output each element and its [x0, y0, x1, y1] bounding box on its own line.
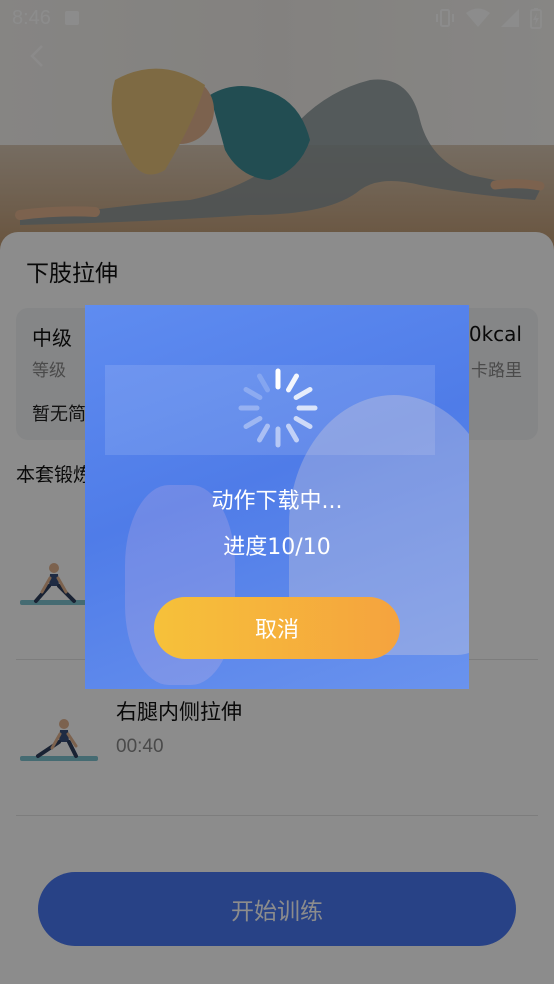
download-dialog: 动作下载中... 进度10/10 取消 [85, 305, 469, 689]
download-status-text: 动作下载中... [211, 489, 343, 514]
loading-spinner-icon [238, 368, 318, 448]
download-progress-text: 进度10/10 [223, 535, 331, 560]
cancel-download-button[interactable]: 取消 [154, 597, 400, 659]
